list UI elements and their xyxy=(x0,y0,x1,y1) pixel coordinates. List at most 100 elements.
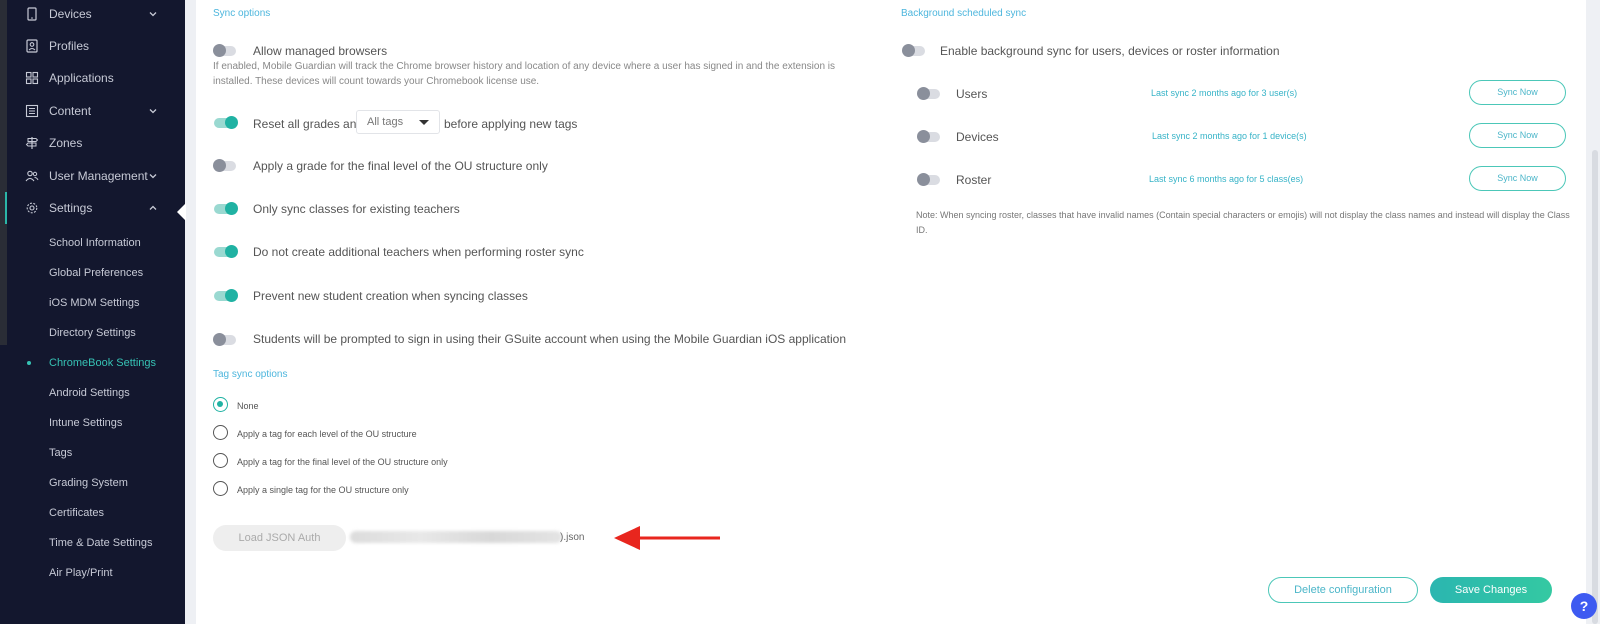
sidebar-subitem-certificates[interactable]: Certificates xyxy=(49,505,104,521)
content-icon xyxy=(25,104,39,118)
sidebar-item-label: Applications xyxy=(49,71,114,85)
sidebar-subitem-school-information[interactable]: School Information xyxy=(49,235,141,251)
active-indicator-dot xyxy=(27,361,31,365)
allow-managed-browsers-description: If enabled, Mobile Guardian will track t… xyxy=(213,61,836,87)
toggle-knob xyxy=(917,87,930,100)
profile-icon xyxy=(26,39,38,53)
sidebar-subitem-grading-system[interactable]: Grading System xyxy=(49,475,128,491)
sidebar-item-settings[interactable]: Settings xyxy=(5,192,183,224)
save-changes-button[interactable]: Save Changes xyxy=(1430,577,1552,603)
gsuite-prompt-label: Students will be prompted to sign in usi… xyxy=(253,332,847,346)
tag-sync-radio-final-level[interactable] xyxy=(213,453,228,468)
sidebar-subitem-air-play-print[interactable]: Air Play/Print xyxy=(49,565,113,581)
sidebar-subitem-chromebook-settings[interactable]: ChromeBook Settings xyxy=(49,355,156,371)
users-sync-toggle[interactable] xyxy=(917,87,940,100)
devices-sync-name: Devices xyxy=(956,130,999,144)
tags-select[interactable]: All tags xyxy=(356,110,440,134)
existing-teachers-label: Only sync classes for existing teachers xyxy=(253,202,460,216)
roster-sync-now-button[interactable]: Sync Now xyxy=(1469,166,1566,191)
devices-sync-now-button[interactable]: Sync Now xyxy=(1469,123,1566,148)
tag-sync-options-title: Tag sync options xyxy=(213,369,288,380)
gear-icon xyxy=(26,202,38,214)
toggle-knob xyxy=(917,130,930,143)
toggle-knob xyxy=(225,202,238,215)
sidebar-subitem-intune-settings[interactable]: Intune Settings xyxy=(49,415,122,431)
sidebar-subitem-time-date-settings[interactable]: Time & Date Settings xyxy=(49,535,153,551)
roster-sync-note: Note: When syncing roster, classes that … xyxy=(916,210,1570,235)
tag-sync-radio-each-level[interactable] xyxy=(213,425,228,440)
toggle-knob xyxy=(225,116,238,129)
sidebar-item-applications[interactable]: Applications xyxy=(7,62,185,94)
sidebar-item-user-management[interactable]: User Management xyxy=(7,160,185,192)
sidebar-item-zones[interactable]: Zones xyxy=(7,127,185,159)
sidebar: Devices Profiles Applications Content Zo… xyxy=(0,0,185,624)
active-section-notch xyxy=(177,203,186,221)
sidebar-item-content[interactable]: Content xyxy=(7,95,185,127)
sidebar-item-profiles[interactable]: Profiles xyxy=(7,30,185,62)
reset-grades-label-suffix: before applying new tags xyxy=(444,117,578,131)
sidebar-item-label: Devices xyxy=(49,7,92,21)
users-icon xyxy=(25,170,39,182)
chevron-down-icon xyxy=(149,12,157,17)
sidebar-subitem-global-preferences[interactable]: Global Preferences xyxy=(49,265,143,281)
users-sync-name: Users xyxy=(956,87,988,101)
sidebar-subitem-android-settings[interactable]: Android Settings xyxy=(49,385,130,401)
sidebar-item-label: Zones xyxy=(49,136,83,150)
tag-sync-label-single-tag: Apply a single tag for the OU structure … xyxy=(237,485,409,495)
scrollbar-thumb[interactable] xyxy=(1592,150,1598,624)
load-json-auth-button[interactable]: Load JSON Auth xyxy=(213,525,346,551)
sidebar-item-label: Content xyxy=(49,104,92,118)
caret-down-icon xyxy=(419,120,429,125)
sidebar-edge xyxy=(0,0,7,345)
tablet-icon xyxy=(27,7,37,21)
toggle-knob xyxy=(917,173,930,186)
tag-sync-radio-single-tag[interactable] xyxy=(213,481,228,496)
enable-background-sync-label: Enable background sync for users, device… xyxy=(940,44,1280,58)
chevron-down-icon xyxy=(149,174,157,179)
toggle-knob xyxy=(225,245,238,258)
tag-sync-radio-none[interactable] xyxy=(213,397,228,412)
sidebar-subitem-directory-settings[interactable]: Directory Settings xyxy=(49,325,136,341)
tag-sync-label-final-level: Apply a tag for the final level of the O… xyxy=(237,457,448,467)
chevron-down-icon xyxy=(149,109,157,114)
gsuite-prompt-toggle[interactable] xyxy=(213,333,236,346)
existing-teachers-toggle[interactable] xyxy=(214,202,238,215)
tag-sync-label-none: None xyxy=(237,401,259,411)
sidebar-item-devices[interactable]: Devices xyxy=(7,0,185,30)
users-sync-now-button[interactable]: Sync Now xyxy=(1469,80,1566,105)
toggle-knob xyxy=(225,289,238,302)
blurred-filename xyxy=(350,531,562,543)
toggle-knob xyxy=(213,44,226,57)
final-level-grade-toggle[interactable] xyxy=(213,159,236,172)
help-icon[interactable]: ? xyxy=(1571,593,1597,619)
sidebar-item-label: Settings xyxy=(49,201,93,215)
sidebar-subitem-tags[interactable]: Tags xyxy=(49,445,72,461)
toggle-knob xyxy=(902,44,915,57)
devices-sync-status: Last sync 2 months ago for 1 device(s) xyxy=(1152,131,1307,141)
roster-sync-status: Last sync 6 months ago for 5 class(es) xyxy=(1149,174,1304,184)
roster-sync-name: Roster xyxy=(956,173,992,187)
sidebar-item-label: User Management xyxy=(49,169,148,183)
tags-select-value: All tags xyxy=(367,116,404,128)
no-additional-teachers-toggle[interactable] xyxy=(214,245,238,258)
allow-managed-browsers-label: Allow managed browsers xyxy=(253,44,388,58)
roster-sync-toggle[interactable] xyxy=(917,173,940,186)
toggle-knob xyxy=(213,159,226,172)
chevron-up-icon xyxy=(149,205,157,210)
sidebar-subitem-ios-mdm-settings[interactable]: iOS MDM Settings xyxy=(49,295,139,311)
background-sync-title: Background scheduled sync xyxy=(901,8,1027,19)
grid-icon xyxy=(25,71,39,85)
reset-grades-toggle[interactable] xyxy=(214,116,238,129)
reset-grades-label: Reset all grades and xyxy=(253,117,364,131)
delete-configuration-button[interactable]: Delete configuration xyxy=(1268,577,1418,603)
users-sync-status: Last sync 2 months ago for 3 user(s) xyxy=(1151,88,1298,98)
allow-managed-browsers-toggle[interactable] xyxy=(213,44,236,57)
enable-background-sync-toggle[interactable] xyxy=(902,44,925,57)
devices-sync-toggle[interactable] xyxy=(917,130,940,143)
sync-options-title: Sync options xyxy=(213,8,271,19)
json-file-suffix: ).json xyxy=(560,532,585,543)
red-arrow-annotation-icon xyxy=(614,526,720,550)
prevent-students-toggle[interactable] xyxy=(214,289,238,302)
no-additional-teachers-label: Do not create additional teachers when p… xyxy=(253,245,584,259)
tag-sync-label-each-level: Apply a tag for each level of the OU str… xyxy=(237,429,417,439)
